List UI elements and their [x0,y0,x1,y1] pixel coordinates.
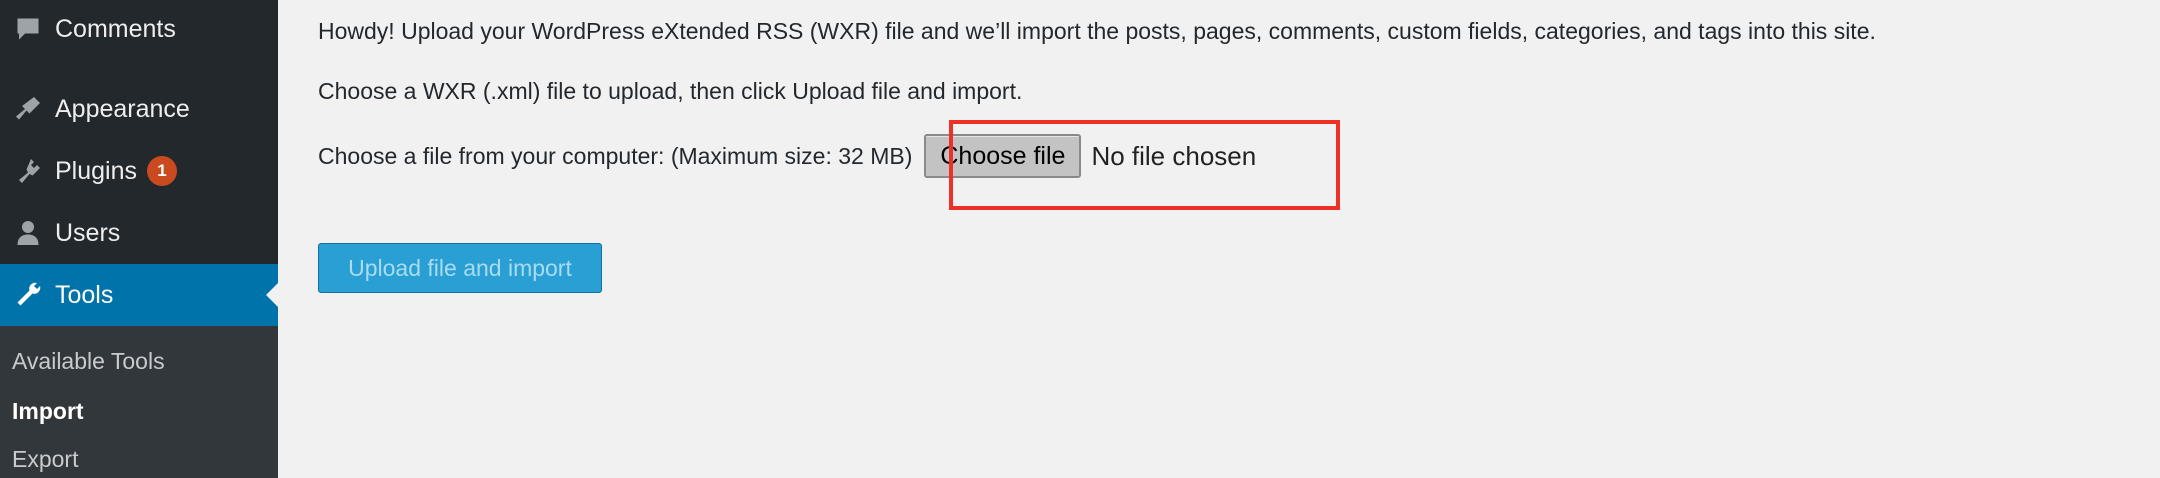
admin-sidebar: Comments Appearance Plugins 1 Users Tool… [0,0,278,478]
submenu-item-import[interactable]: Import [12,398,84,425]
sidebar-item-label: Tools [55,280,114,309]
sidebar-item-comments[interactable]: Comments [0,0,278,58]
upload-file-and-import-button[interactable]: Upload file and import [318,243,602,293]
instruction-text: Choose a WXR (.xml) file to upload, then… [318,78,1023,104]
wrench-icon [0,264,55,326]
sidebar-item-tools[interactable]: Tools [0,264,278,326]
submenu-item-available-tools[interactable]: Available Tools [12,348,165,375]
file-upload-row: Choose a file from your computer: (Maxim… [318,134,1257,178]
users-icon [0,202,55,264]
file-upload-label: Choose a file from your computer: (Maxim… [318,142,913,169]
appearance-brush-icon [0,78,55,140]
comments-icon [0,0,55,60]
sidebar-item-label: Users [55,218,121,247]
submenu-item-export[interactable]: Export [12,446,78,473]
wp-admin-import-screen: Comments Appearance Plugins 1 Users Tool… [0,0,2160,478]
sidebar-item-appearance[interactable]: Appearance [0,78,278,140]
import-wordpress-content: Howdy! Upload your WordPress eXtended RS… [318,0,2160,478]
sidebar-item-label: Appearance [55,94,190,123]
choose-file-button[interactable]: Choose file [924,134,1082,178]
plugins-icon [0,140,55,202]
sidebar-item-plugins[interactable]: Plugins 1 [0,140,278,202]
no-file-chosen-text: No file chosen [1091,140,1257,171]
intro-text: Howdy! Upload your WordPress eXtended RS… [318,18,1876,44]
sidebar-item-users[interactable]: Users [0,202,278,264]
tools-submenu: Available Tools Import Export [0,326,278,478]
plugins-update-count-badge: 1 [147,156,177,186]
sidebar-item-label: Plugins [55,156,137,185]
sidebar-item-label: Comments [55,14,176,43]
